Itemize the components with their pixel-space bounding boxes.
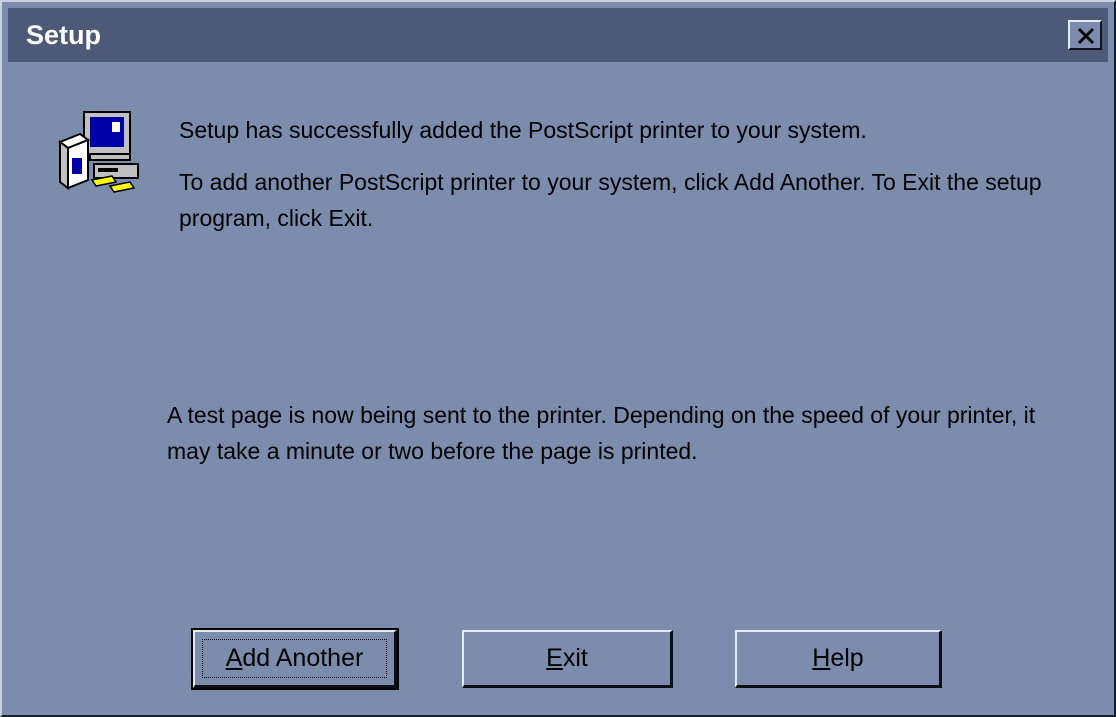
instruction-message: To add another PostScript printer to you…	[179, 169, 1042, 231]
add-another-button[interactable]: Add Another	[191, 628, 399, 690]
help-mnemonic: H	[812, 644, 831, 672]
setup-computer-icon	[57, 111, 139, 193]
close-button[interactable]	[1068, 20, 1102, 50]
test-page-message: A test page is now being sent to the pri…	[167, 402, 1036, 464]
help-button[interactable]: Help	[735, 630, 942, 688]
focus-rectangle	[202, 639, 387, 678]
exit-mnemonic: E	[546, 644, 563, 672]
exit-button[interactable]: Exit	[462, 630, 673, 688]
help-label: elp	[830, 644, 864, 672]
window-title: Setup	[26, 20, 102, 50]
setup-dialog: Setup Setup has successfully added the P…	[0, 0, 1116, 717]
close-icon	[1077, 27, 1095, 45]
title-bar[interactable]: Setup	[8, 8, 1108, 62]
exit-label: xit	[562, 644, 588, 672]
success-message: Setup has successfully added the PostScr…	[179, 117, 867, 143]
